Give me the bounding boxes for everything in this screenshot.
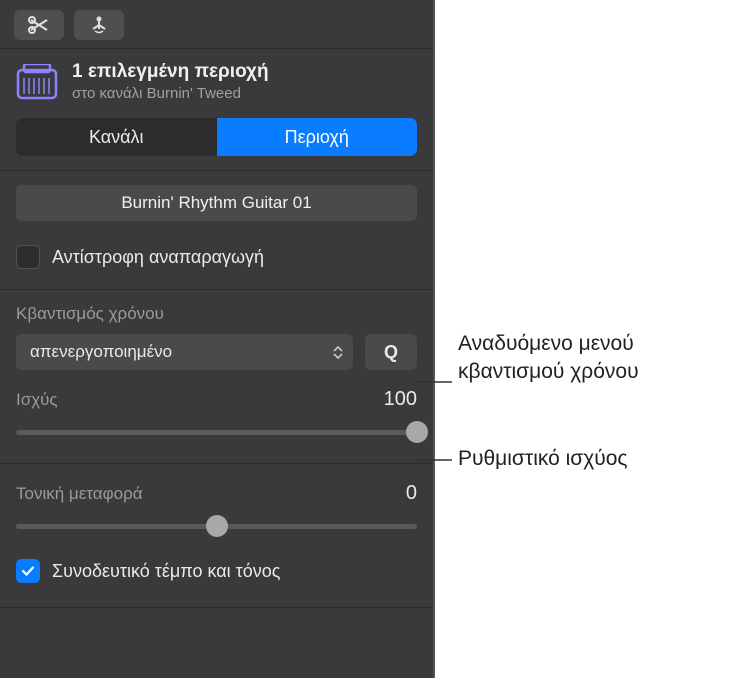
scissors-icon	[27, 16, 51, 34]
tab-region[interactable]: Περιοχή	[217, 118, 418, 156]
strength-value: 100	[384, 388, 417, 411]
transpose-label: Τονική μεταφορά	[16, 484, 143, 504]
region-subtitle: στο κανάλι Burnin' Tweed	[72, 85, 269, 102]
region-title: 1 επιλεγμένη περιοχή	[72, 61, 269, 83]
callout-quantize-menu: Αναδυόμενο μενού κβαντισμού χρόνου	[458, 330, 738, 387]
time-quantize-select[interactable]: απενεργοποιημένο	[16, 334, 353, 370]
quantize-q-button[interactable]: Q	[365, 334, 417, 370]
region-name-field[interactable]: Burnin' Rhythm Guitar 01	[16, 185, 417, 221]
reverse-playback-checkbox[interactable]	[16, 245, 40, 269]
metronome-tool-button[interactable]	[74, 10, 124, 40]
divider	[0, 170, 433, 171]
transpose-slider-thumb[interactable]	[206, 515, 228, 537]
tab-channel[interactable]: Κανάλι	[16, 118, 217, 156]
select-arrows-icon	[333, 346, 343, 359]
callout-strength-slider: Ρυθμιστικό ισχύος	[458, 445, 628, 473]
time-quantize-label: Κβαντισμός χρόνου	[16, 304, 417, 324]
transpose-value: 0	[406, 482, 417, 505]
amp-icon	[16, 64, 58, 100]
follow-tempo-checkbox[interactable]	[16, 559, 40, 583]
time-quantize-value: απενεργοποιημένο	[30, 342, 172, 362]
region-header: 1 επιλεγμένη περιοχή στο κανάλι Burnin' …	[0, 49, 433, 112]
divider	[0, 607, 433, 608]
reverse-playback-row: Αντίστροφη αναπαραγωγή	[0, 235, 433, 289]
follow-tempo-label: Συνοδευτικό τέμπο και τόνος	[52, 561, 280, 582]
strength-slider-thumb[interactable]	[406, 421, 428, 443]
strength-label: Ισχύς	[16, 390, 58, 410]
scissors-tool-button[interactable]	[14, 10, 64, 40]
tab-segmented-control: Κανάλι Περιοχή	[16, 118, 417, 156]
strength-slider[interactable]	[16, 417, 417, 447]
reverse-playback-label: Αντίστροφη αναπαραγωγή	[52, 247, 264, 268]
metronome-icon	[89, 15, 109, 35]
time-quantize-section: Κβαντισμός χρόνου απενεργοποιημένο Q Ισχ…	[0, 290, 433, 463]
transpose-section: Τονική μεταφορά 0 Συνοδευτικό τέμπο και …	[0, 464, 433, 607]
inspector-panel: 1 επιλεγμένη περιοχή στο κανάλι Burnin' …	[0, 0, 435, 678]
transpose-slider[interactable]	[16, 511, 417, 541]
top-toolbar	[0, 0, 433, 49]
